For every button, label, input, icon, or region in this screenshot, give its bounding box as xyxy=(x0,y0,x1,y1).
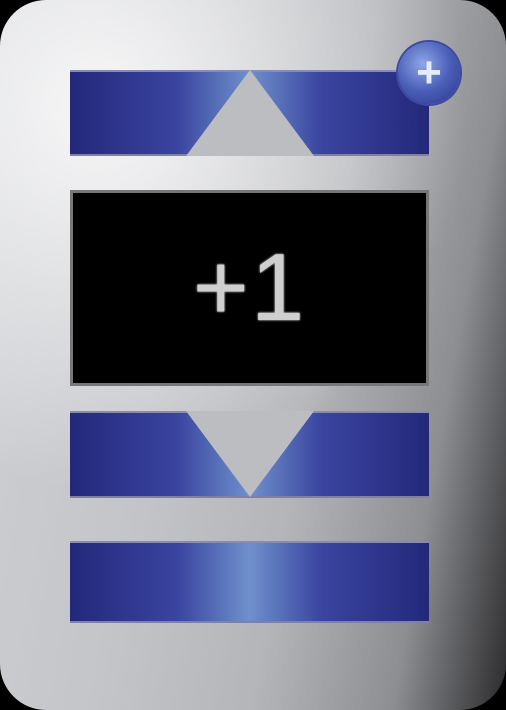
triangle-up-icon xyxy=(185,70,314,156)
plus-icon: + xyxy=(416,48,442,97)
add-badge-button[interactable]: + xyxy=(398,42,460,104)
stepper-panel: + +1 xyxy=(0,0,506,710)
decrement-button[interactable] xyxy=(70,411,429,498)
stepper-value: +1 xyxy=(192,234,307,341)
triangle-down-icon xyxy=(185,411,314,497)
increment-button[interactable] xyxy=(70,70,429,156)
value-display: +1 xyxy=(70,190,429,386)
confirm-button[interactable] xyxy=(70,541,429,623)
